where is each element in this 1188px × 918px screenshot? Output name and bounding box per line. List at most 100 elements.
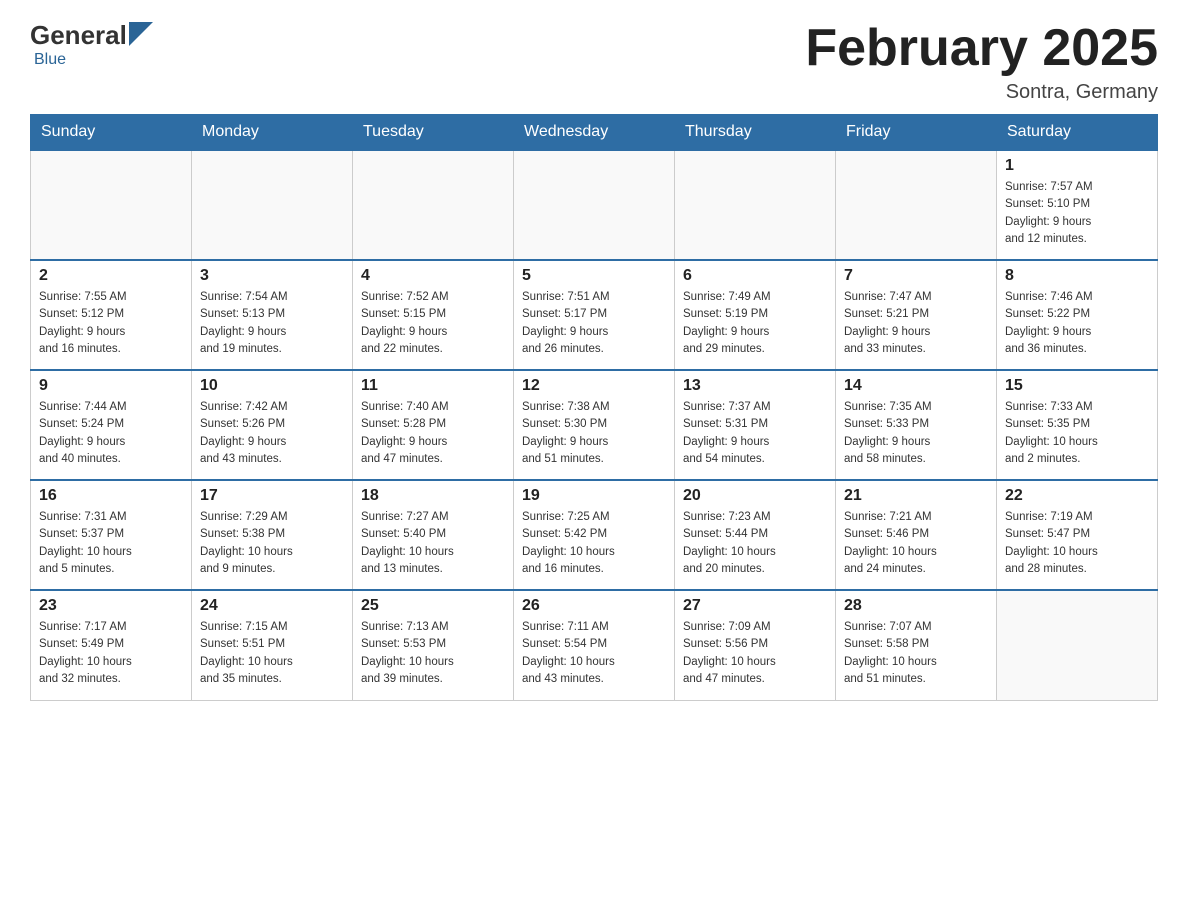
calendar-cell: 12 Sunrise: 7:38 AMSunset: 5:30 PMDayligh… xyxy=(514,370,675,480)
day-number: 25 xyxy=(361,597,505,615)
day-number: 26 xyxy=(522,597,666,615)
calendar-cell: 24 Sunrise: 7:15 AMSunset: 5:51 PMDayligh… xyxy=(192,590,353,700)
day-info: Sunrise: 7:40 AMSunset: 5:28 PMDaylight:… xyxy=(361,399,505,468)
day-number: 8 xyxy=(1005,267,1149,285)
day-number: 13 xyxy=(683,377,827,395)
calendar-cell: 6 Sunrise: 7:49 AMSunset: 5:19 PMDaylight… xyxy=(675,260,836,370)
calendar-cell: 11 Sunrise: 7:40 AMSunset: 5:28 PMDayligh… xyxy=(353,370,514,480)
day-number: 23 xyxy=(39,597,183,615)
day-number: 19 xyxy=(522,487,666,505)
calendar-cell: 16 Sunrise: 7:31 AMSunset: 5:37 PMDayligh… xyxy=(31,480,192,590)
day-info: Sunrise: 7:38 AMSunset: 5:30 PMDaylight:… xyxy=(522,399,666,468)
day-number: 4 xyxy=(361,267,505,285)
day-number: 5 xyxy=(522,267,666,285)
calendar-cell xyxy=(353,150,514,260)
logo-triangle-icon xyxy=(129,22,153,46)
day-info: Sunrise: 7:09 AMSunset: 5:56 PMDaylight:… xyxy=(683,619,827,688)
day-number: 6 xyxy=(683,267,827,285)
day-info: Sunrise: 7:17 AMSunset: 5:49 PMDaylight:… xyxy=(39,619,183,688)
day-info: Sunrise: 7:51 AMSunset: 5:17 PMDaylight:… xyxy=(522,289,666,358)
calendar-cell: 2 Sunrise: 7:55 AMSunset: 5:12 PMDaylight… xyxy=(31,260,192,370)
day-number: 3 xyxy=(200,267,344,285)
calendar-cell: 1Sunrise: 7:57 AMSunset: 5:10 PMDaylight… xyxy=(997,150,1158,260)
day-number: 2 xyxy=(39,267,183,285)
day-info: Sunrise: 7:19 AMSunset: 5:47 PMDaylight:… xyxy=(1005,509,1149,578)
day-info: Sunrise: 7:15 AMSunset: 5:51 PMDaylight:… xyxy=(200,619,344,688)
title-block: February 2025 Sontra, Germany xyxy=(805,20,1158,104)
week-row-1: 1Sunrise: 7:57 AMSunset: 5:10 PMDaylight… xyxy=(31,150,1158,260)
day-number: 17 xyxy=(200,487,344,505)
col-header-tuesday: Tuesday xyxy=(353,115,514,151)
calendar-cell: 22 Sunrise: 7:19 AMSunset: 5:47 PMDayligh… xyxy=(997,480,1158,590)
day-info: Sunrise: 7:29 AMSunset: 5:38 PMDaylight:… xyxy=(200,509,344,578)
calendar-cell: 21 Sunrise: 7:21 AMSunset: 5:46 PMDayligh… xyxy=(836,480,997,590)
calendar-cell: 7Sunrise: 7:47 AMSunset: 5:21 PMDaylight… xyxy=(836,260,997,370)
day-number: 20 xyxy=(683,487,827,505)
day-number: 21 xyxy=(844,487,988,505)
calendar-cell: 27Sunrise: 7:09 AMSunset: 5:56 PMDayligh… xyxy=(675,590,836,700)
day-number: 24 xyxy=(200,597,344,615)
day-number: 15 xyxy=(1005,377,1149,395)
logo-blue-text: Blue xyxy=(34,51,66,68)
day-info: Sunrise: 7:42 AMSunset: 5:26 PMDaylight:… xyxy=(200,399,344,468)
calendar-cell: 15 Sunrise: 7:33 AMSunset: 5:35 PMDayligh… xyxy=(997,370,1158,480)
calendar-cell: 8 Sunrise: 7:46 AMSunset: 5:22 PMDaylight… xyxy=(997,260,1158,370)
col-header-saturday: Saturday xyxy=(997,115,1158,151)
col-header-friday: Friday xyxy=(836,115,997,151)
calendar-cell: 26Sunrise: 7:11 AMSunset: 5:54 PMDayligh… xyxy=(514,590,675,700)
calendar-cell xyxy=(997,590,1158,700)
day-info: Sunrise: 7:21 AMSunset: 5:46 PMDaylight:… xyxy=(844,509,988,578)
calendar-cell: 28 Sunrise: 7:07 AMSunset: 5:58 PMDayligh… xyxy=(836,590,997,700)
day-info: Sunrise: 7:25 AMSunset: 5:42 PMDaylight:… xyxy=(522,509,666,578)
day-info: Sunrise: 7:31 AMSunset: 5:37 PMDaylight:… xyxy=(39,509,183,578)
col-header-wednesday: Wednesday xyxy=(514,115,675,151)
day-info: Sunrise: 7:54 AMSunset: 5:13 PMDaylight:… xyxy=(200,289,344,358)
calendar-cell: 4Sunrise: 7:52 AMSunset: 5:15 PMDaylight… xyxy=(353,260,514,370)
month-title: February 2025 xyxy=(805,20,1158,77)
week-row-3: 9 Sunrise: 7:44 AMSunset: 5:24 PMDaylight… xyxy=(31,370,1158,480)
calendar-cell: 14Sunrise: 7:35 AMSunset: 5:33 PMDayligh… xyxy=(836,370,997,480)
calendar-header-row: SundayMondayTuesdayWednesdayThursdayFrid… xyxy=(31,115,1158,151)
calendar-cell: 25 Sunrise: 7:13 AMSunset: 5:53 PMDayligh… xyxy=(353,590,514,700)
day-number: 10 xyxy=(200,377,344,395)
calendar-cell xyxy=(836,150,997,260)
location-text: Sontra, Germany xyxy=(805,81,1158,104)
day-info: Sunrise: 7:49 AMSunset: 5:19 PMDaylight:… xyxy=(683,289,827,358)
calendar-cell: 9 Sunrise: 7:44 AMSunset: 5:24 PMDaylight… xyxy=(31,370,192,480)
day-info: Sunrise: 7:13 AMSunset: 5:53 PMDaylight:… xyxy=(361,619,505,688)
day-number: 28 xyxy=(844,597,988,615)
week-row-4: 16 Sunrise: 7:31 AMSunset: 5:37 PMDayligh… xyxy=(31,480,1158,590)
day-info: Sunrise: 7:46 AMSunset: 5:22 PMDaylight:… xyxy=(1005,289,1149,358)
day-number: 9 xyxy=(39,377,183,395)
logo: General Blue xyxy=(30,20,153,69)
day-number: 16 xyxy=(39,487,183,505)
day-number: 11 xyxy=(361,377,505,395)
day-number: 12 xyxy=(522,377,666,395)
week-row-5: 23 Sunrise: 7:17 AMSunset: 5:49 PMDayligh… xyxy=(31,590,1158,700)
calendar-cell: 23 Sunrise: 7:17 AMSunset: 5:49 PMDayligh… xyxy=(31,590,192,700)
day-number: 7 xyxy=(844,267,988,285)
day-info: Sunrise: 7:27 AMSunset: 5:40 PMDaylight:… xyxy=(361,509,505,578)
day-number: 18 xyxy=(361,487,505,505)
day-info: Sunrise: 7:44 AMSunset: 5:24 PMDaylight:… xyxy=(39,399,183,468)
calendar-cell xyxy=(514,150,675,260)
calendar-cell: 13 Sunrise: 7:37 AMSunset: 5:31 PMDayligh… xyxy=(675,370,836,480)
day-info: Sunrise: 7:57 AMSunset: 5:10 PMDaylight:… xyxy=(1005,179,1149,248)
calendar-cell: 10 Sunrise: 7:42 AMSunset: 5:26 PMDayligh… xyxy=(192,370,353,480)
calendar-cell: 19 Sunrise: 7:25 AMSunset: 5:42 PMDayligh… xyxy=(514,480,675,590)
calendar-table: SundayMondayTuesdayWednesdayThursdayFrid… xyxy=(30,114,1158,701)
logo-general-text: General xyxy=(30,20,127,51)
calendar-cell: 3 Sunrise: 7:54 AMSunset: 5:13 PMDaylight… xyxy=(192,260,353,370)
page-header: General Blue February 2025 Sontra, Germa… xyxy=(30,20,1158,104)
col-header-monday: Monday xyxy=(192,115,353,151)
day-info: Sunrise: 7:33 AMSunset: 5:35 PMDaylight:… xyxy=(1005,399,1149,468)
calendar-cell: 17 Sunrise: 7:29 AMSunset: 5:38 PMDayligh… xyxy=(192,480,353,590)
calendar-cell xyxy=(192,150,353,260)
day-info: Sunrise: 7:55 AMSunset: 5:12 PMDaylight:… xyxy=(39,289,183,358)
day-number: 22 xyxy=(1005,487,1149,505)
day-info: Sunrise: 7:07 AMSunset: 5:58 PMDaylight:… xyxy=(844,619,988,688)
col-header-sunday: Sunday xyxy=(31,115,192,151)
calendar-cell xyxy=(675,150,836,260)
day-info: Sunrise: 7:37 AMSunset: 5:31 PMDaylight:… xyxy=(683,399,827,468)
calendar-cell xyxy=(31,150,192,260)
